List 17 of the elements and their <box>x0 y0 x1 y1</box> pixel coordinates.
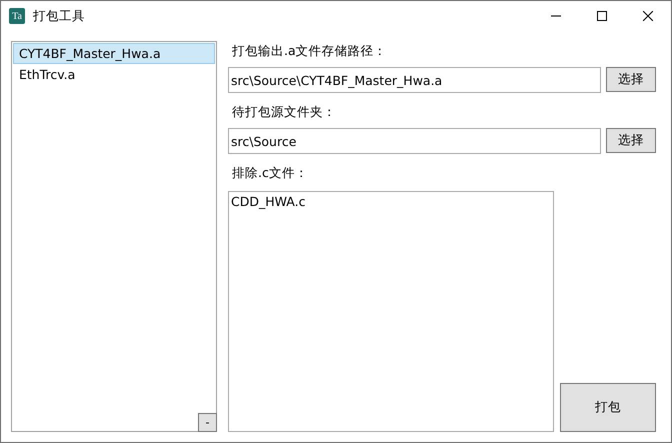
pack-button[interactable]: 打包 <box>560 383 656 432</box>
remove-button[interactable]: - <box>198 413 217 432</box>
window-title: 打包工具 <box>33 8 85 24</box>
list-item[interactable]: EthTrcv.a <box>13 64 215 85</box>
close-icon[interactable] <box>643 11 653 21</box>
browse-button[interactable]: 选择 <box>606 67 656 92</box>
input-field[interactable]: src\Source <box>228 128 601 154</box>
maximize-icon[interactable] <box>597 11 607 21</box>
list-item[interactable]: CYT4BF_Master_Hwa.a <box>13 43 215 64</box>
input-field[interactable]: src\Source\CYT4BF_Master_Hwa.a <box>228 67 601 93</box>
field-label: 待打包源文件夹： <box>232 104 337 120</box>
field-label: 打包输出.a文件存储路径： <box>232 43 388 59</box>
text-area[interactable]: CDD_HWA.c <box>228 191 554 432</box>
field-label: 排除.c文件： <box>232 165 309 181</box>
app-icon: Ta <box>9 8 25 24</box>
file-list[interactable]: CYT4BF_Master_Hwa.a EthTrcv.a - <box>11 41 217 432</box>
browse-button[interactable]: 选择 <box>606 128 656 153</box>
